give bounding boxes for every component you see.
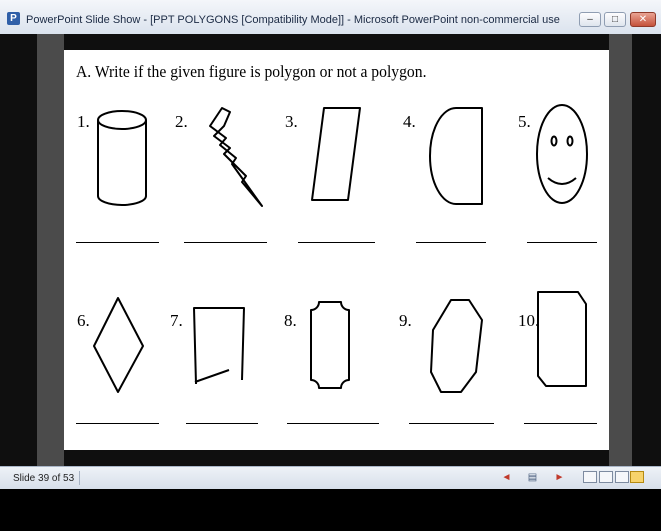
slide-counter: Slide 39 of 53 xyxy=(13,473,75,484)
notched-rectangle-figure xyxy=(310,301,350,389)
close-button[interactable]: ✕ xyxy=(630,12,656,27)
window-titlebar[interactable]: P PowerPoint Slide Show - [PPT POLYGONS … xyxy=(0,0,661,35)
answer-line-5[interactable] xyxy=(527,242,597,243)
left-margin-panel xyxy=(37,34,64,466)
powerpoint-app-icon[interactable]: P xyxy=(7,12,20,25)
answer-line-10[interactable] xyxy=(524,423,597,424)
shapes-layer xyxy=(93,104,588,393)
rhombus-figure xyxy=(93,297,144,393)
answer-line-4[interactable] xyxy=(416,242,486,243)
parallelogram-figure xyxy=(311,107,361,201)
answer-line-7[interactable] xyxy=(186,423,258,424)
answer-line-8[interactable] xyxy=(287,423,379,424)
slide-show-icon[interactable] xyxy=(630,471,644,483)
next-arrow-icon[interactable]: ► xyxy=(553,471,566,484)
slide-sorter-icon[interactable] xyxy=(599,471,613,483)
heptagon-figure xyxy=(430,299,483,393)
lightning-bolt-figure xyxy=(209,107,263,207)
previous-arrow-icon[interactable]: ◄ xyxy=(500,471,513,484)
answer-line-3[interactable] xyxy=(298,242,375,243)
open-quadrilateral-figure xyxy=(193,307,245,385)
right-margin-panel xyxy=(609,34,632,466)
window-title: PowerPoint Slide Show - [PPT POLYGONS [C… xyxy=(26,14,560,26)
answer-line-2[interactable] xyxy=(184,242,267,243)
answer-line-1[interactable] xyxy=(76,242,159,243)
status-divider xyxy=(79,471,80,485)
answer-line-6[interactable] xyxy=(76,423,159,424)
cut-corner-rectangle-figure xyxy=(537,291,587,387)
maximize-button[interactable]: □ xyxy=(604,12,626,27)
answer-line-9[interactable] xyxy=(409,423,494,424)
status-bar: Slide 39 of 53 ◄ ▤ ► xyxy=(0,466,661,489)
normal-view-icon[interactable] xyxy=(583,471,597,483)
cylinder-figure xyxy=(97,110,147,206)
minimize-button[interactable]: – xyxy=(579,12,601,27)
reading-view-icon[interactable] xyxy=(615,471,629,483)
bottom-black-area xyxy=(0,489,661,531)
smiley-face-figure xyxy=(536,104,588,204)
rounded-quadrant-figure xyxy=(429,107,483,205)
menu-icon[interactable]: ▤ xyxy=(526,471,539,484)
slide-canvas[interactable]: A. Write if the given figure is polygon … xyxy=(64,50,609,450)
